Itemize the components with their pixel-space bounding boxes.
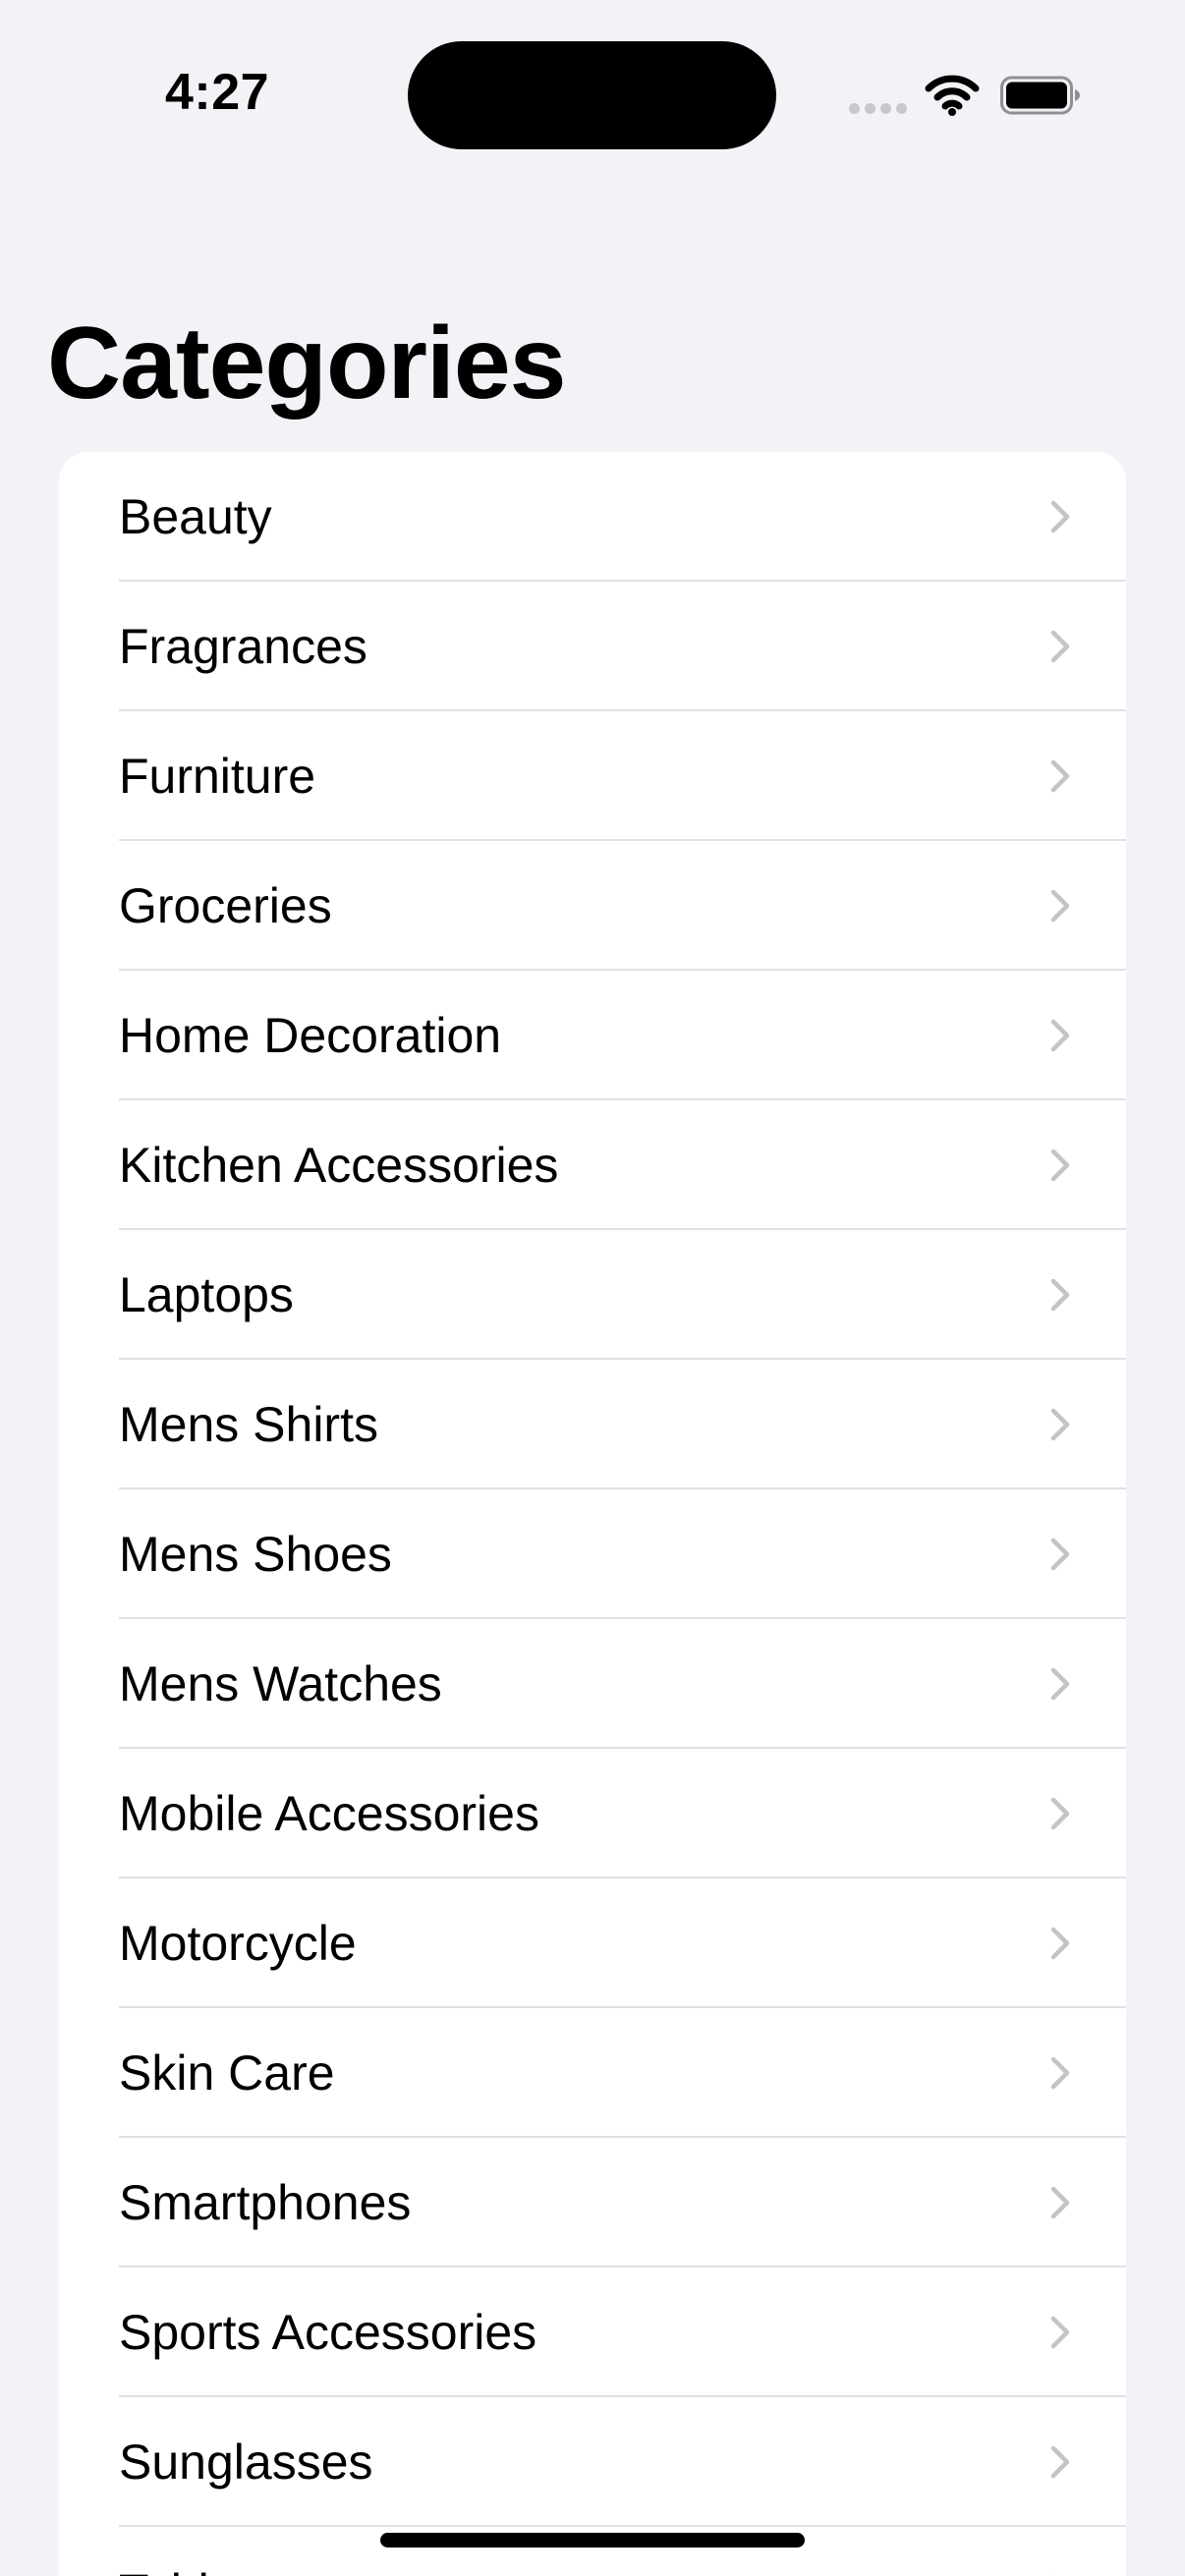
category-row-label: Motorcycle xyxy=(119,1916,357,1971)
chevron-right-icon xyxy=(1050,759,1070,793)
chevron-right-icon xyxy=(1050,2056,1070,2090)
category-row-label: Skin Care xyxy=(119,2045,335,2100)
cellular-signal-icon xyxy=(849,103,908,117)
category-row-label: Mens Shoes xyxy=(119,1527,392,1582)
category-row-label: Laptops xyxy=(119,1267,294,1322)
wifi-icon xyxy=(925,75,980,116)
category-row-sports-accessories[interactable]: Sports Accessories xyxy=(59,2268,1126,2397)
chevron-right-icon xyxy=(1050,2316,1070,2349)
category-row-fragrances[interactable]: Fragrances xyxy=(59,582,1126,711)
category-row-label: Mens Watches xyxy=(119,1656,442,1711)
category-row-label: Groceries xyxy=(119,878,332,933)
page-title: Categories xyxy=(47,307,567,420)
chevron-right-icon xyxy=(1050,2186,1070,2219)
category-row-laptops[interactable]: Laptops xyxy=(59,1230,1126,1360)
category-row-mens-shirts[interactable]: Mens Shirts xyxy=(59,1360,1126,1489)
chevron-right-icon xyxy=(1050,1538,1070,1571)
chevron-right-icon xyxy=(1050,1667,1070,1701)
chevron-right-icon xyxy=(1050,1148,1070,1182)
chevron-right-icon xyxy=(1050,889,1070,923)
category-row-label: Mobile Accessories xyxy=(119,1786,539,1841)
category-row-mobile-accessories[interactable]: Mobile Accessories xyxy=(59,1749,1126,1878)
category-row-mens-shoes[interactable]: Mens Shoes xyxy=(59,1489,1126,1619)
chevron-right-icon xyxy=(1050,500,1070,533)
status-time: 4:27 xyxy=(165,64,270,121)
category-row-label: Kitchen Accessories xyxy=(119,1138,559,1193)
home-indicator[interactable] xyxy=(380,2533,805,2548)
category-row-label: Home Decoration xyxy=(119,1008,502,1063)
category-row-beauty[interactable]: Beauty xyxy=(59,452,1126,582)
category-row-furniture[interactable]: Furniture xyxy=(59,711,1126,841)
category-row-kitchen-accessories[interactable]: Kitchen Accessories xyxy=(59,1100,1126,1230)
category-row-label: Fragrances xyxy=(119,619,367,674)
status-bar: 4:27 xyxy=(0,0,1185,187)
category-row-groceries[interactable]: Groceries xyxy=(59,841,1126,971)
category-row-label: Beauty xyxy=(119,489,272,544)
chevron-right-icon xyxy=(1050,1927,1070,1960)
category-row-label: Tablets xyxy=(119,2563,274,2576)
category-row-label: Sports Accessories xyxy=(119,2305,537,2360)
category-row-skin-care[interactable]: Skin Care xyxy=(59,2008,1126,2138)
category-row-smartphones[interactable]: Smartphones xyxy=(59,2138,1126,2268)
dynamic-island xyxy=(408,41,776,149)
chevron-right-icon xyxy=(1050,630,1070,663)
chevron-right-icon xyxy=(1050,1278,1070,1312)
category-row-home-decoration[interactable]: Home Decoration xyxy=(59,971,1126,1100)
category-row-label: Smartphones xyxy=(119,2175,412,2230)
chevron-right-icon xyxy=(1050,1019,1070,1052)
category-list: Beauty Fragrances Furniture Groceries Ho… xyxy=(59,452,1126,2576)
category-row-label: Sunglasses xyxy=(119,2435,373,2490)
chevron-right-icon xyxy=(1050,1408,1070,1441)
category-row-motorcycle[interactable]: Motorcycle xyxy=(59,1878,1126,2008)
battery-icon xyxy=(1000,76,1080,115)
chevron-right-icon xyxy=(1050,1797,1070,1830)
category-row-sunglasses[interactable]: Sunglasses xyxy=(59,2397,1126,2527)
category-row-label: Mens Shirts xyxy=(119,1397,378,1452)
category-row-mens-watches[interactable]: Mens Watches xyxy=(59,1619,1126,1749)
chevron-right-icon xyxy=(1050,2445,1070,2479)
category-row-label: Furniture xyxy=(119,749,316,804)
